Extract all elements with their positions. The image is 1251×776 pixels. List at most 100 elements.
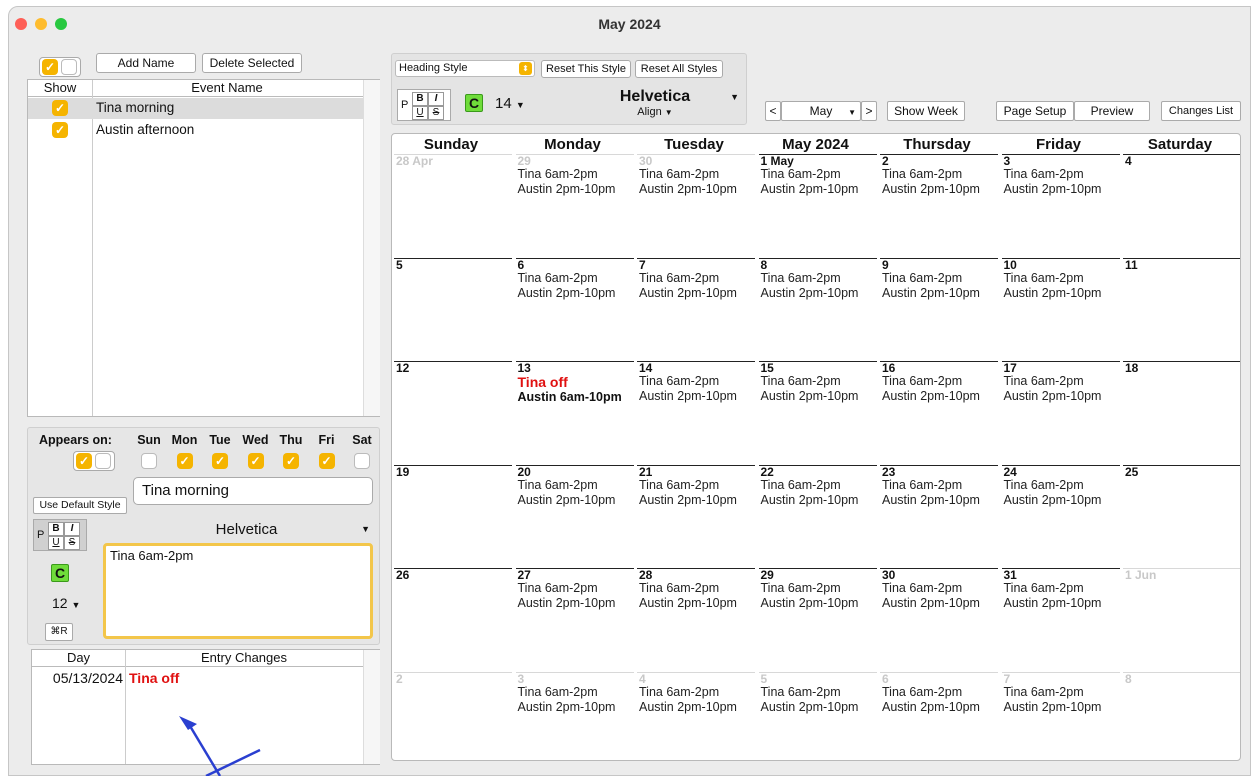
heading-font-size-select[interactable]: 14 ▼ <box>495 95 525 112</box>
calendar-day-cell[interactable]: 4 <box>1123 154 1240 254</box>
calendar-event[interactable]: Austin 2pm-10pm <box>761 286 877 301</box>
calendar-day-cell[interactable]: 8 Tina 6am-2pm Austin 2pm-10pm <box>758 257 877 358</box>
add-name-button[interactable]: Add Name <box>96 53 196 73</box>
bold-button[interactable]: B <box>48 522 64 536</box>
calendar-day-cell[interactable]: 3 Tina 6am-2pm Austin 2pm-10pm <box>1001 154 1120 254</box>
reset-all-styles-button[interactable]: Reset All Styles <box>635 60 723 78</box>
close-window-button[interactable] <box>15 18 27 30</box>
calendar-event[interactable]: Austin 2pm-10pm <box>1004 596 1120 611</box>
calendar-event[interactable]: Tina 6am-2pm <box>1004 167 1120 182</box>
italic-button[interactable]: I <box>64 522 80 536</box>
show-all-toggle[interactable]: ✓ <box>39 57 81 77</box>
calendar-day-cell[interactable]: 27 Tina 6am-2pm Austin 2pm-10pm <box>515 568 634 668</box>
calendar-day-cell[interactable]: 13 Tina off Austin 6am-10pm <box>515 361 634 461</box>
next-month-button[interactable]: > <box>861 101 877 121</box>
calendar-day-cell[interactable]: 6 Tina 6am-2pm Austin 2pm-10pm <box>880 671 998 761</box>
calendar-event[interactable]: Tina 6am-2pm <box>639 271 755 286</box>
calendar-event[interactable]: Austin 2pm-10pm <box>639 182 755 197</box>
calendar-event[interactable]: Tina 6am-2pm <box>639 581 755 596</box>
calendar-day-cell[interactable]: 1 May Tina 6am-2pm Austin 2pm-10pm <box>758 154 877 254</box>
calendar-event[interactable]: Austin 2pm-10pm <box>639 286 755 301</box>
calendar-event[interactable]: Austin 2pm-10pm <box>518 700 634 715</box>
calendar-day-cell[interactable]: 2 <box>394 671 512 761</box>
calendar-event[interactable]: Tina 6am-2pm <box>761 374 877 389</box>
calendar-day-cell[interactable]: 22 Tina 6am-2pm Austin 2pm-10pm <box>758 464 877 565</box>
calendar-day-cell[interactable]: 20 Tina 6am-2pm Austin 2pm-10pm <box>515 464 634 565</box>
underline-button[interactable]: U <box>48 536 64 550</box>
calendar-day-cell[interactable]: 12 <box>394 361 512 461</box>
calendar-event[interactable]: Austin 2pm-10pm <box>1004 286 1120 301</box>
check-icon[interactable]: ✓ <box>52 122 68 138</box>
calendar-event[interactable]: Tina 6am-2pm <box>639 374 755 389</box>
calendar-day-cell[interactable]: 29 Tina 6am-2pm Austin 2pm-10pm <box>515 154 634 254</box>
calendar-event[interactable]: Austin 6am-10pm <box>518 390 634 405</box>
calendar-day-cell[interactable]: 28 Apr <box>394 154 512 254</box>
calendar-day-cell[interactable]: 29 Tina 6am-2pm Austin 2pm-10pm <box>758 568 877 668</box>
calendar-event[interactable]: Tina 6am-2pm <box>1004 374 1120 389</box>
calendar-event[interactable]: Tina 6am-2pm <box>882 167 998 182</box>
calendar-event[interactable]: Austin 2pm-10pm <box>1004 493 1120 508</box>
event-row[interactable]: ✓ Austin afternoon <box>28 120 363 141</box>
calendar-day-cell[interactable]: 15 Tina 6am-2pm Austin 2pm-10pm <box>758 361 877 461</box>
calendar-event[interactable]: Tina 6am-2pm <box>1004 581 1120 596</box>
weekday-checkbox[interactable]: ✓ <box>176 453 193 469</box>
calendar-day-cell[interactable]: 25 <box>1123 464 1240 565</box>
calendar-event[interactable]: Tina 6am-2pm <box>882 271 998 286</box>
calendar-event[interactable]: Tina 6am-2pm <box>639 478 755 493</box>
calendar-day-cell[interactable]: 28 Tina 6am-2pm Austin 2pm-10pm <box>637 568 755 668</box>
all-days-toggle[interactable]: ✓ <box>73 451 115 471</box>
calendar-event[interactable]: Tina 6am-2pm <box>882 685 998 700</box>
revert-shortcut-button[interactable]: ⌘R <box>45 623 73 641</box>
preview-button[interactable]: Preview <box>1074 101 1150 121</box>
calendar-day-cell[interactable]: 19 <box>394 464 512 565</box>
calendar-day-cell[interactable]: 16 Tina 6am-2pm Austin 2pm-10pm <box>880 361 998 461</box>
calendar-day-cell[interactable]: 7 Tina 6am-2pm Austin 2pm-10pm <box>637 257 755 358</box>
align-select[interactable]: Align ▼ <box>569 106 741 118</box>
calendar-event[interactable]: Austin 2pm-10pm <box>518 596 634 611</box>
calendar-event[interactable]: Austin 2pm-10pm <box>639 493 755 508</box>
calendar-event[interactable]: Tina 6am-2pm <box>761 581 877 596</box>
calendar-day-cell[interactable]: 5 Tina 6am-2pm Austin 2pm-10pm <box>758 671 877 761</box>
calendar-event[interactable]: Austin 2pm-10pm <box>761 493 877 508</box>
changes-list-button[interactable]: Changes List <box>1161 101 1241 121</box>
color-button[interactable]: C <box>51 564 69 582</box>
calendar-day-cell[interactable]: 8 <box>1123 671 1240 761</box>
scrollbar[interactable] <box>363 80 380 416</box>
strikethrough-button[interactable]: S <box>428 106 444 120</box>
bold-button[interactable]: B <box>412 92 428 106</box>
event-text-area[interactable]: Tina 6am-2pm <box>103 543 373 639</box>
font-select[interactable]: Helvetica ▼ <box>119 521 374 538</box>
calendar-day-cell[interactable]: 4 Tina 6am-2pm Austin 2pm-10pm <box>637 671 755 761</box>
plain-style-button[interactable]: P <box>37 529 44 541</box>
underline-button[interactable]: U <box>412 106 428 120</box>
calendar-day-cell[interactable]: 10 Tina 6am-2pm Austin 2pm-10pm <box>1001 257 1120 358</box>
calendar-day-cell[interactable]: 26 <box>394 568 512 668</box>
prev-month-button[interactable]: < <box>765 101 781 121</box>
calendar-event[interactable]: Austin 2pm-10pm <box>1004 389 1120 404</box>
calendar-event[interactable]: Tina 6am-2pm <box>761 685 877 700</box>
calendar-day-cell[interactable]: 9 Tina 6am-2pm Austin 2pm-10pm <box>880 257 998 358</box>
calendar-event[interactable]: Tina 6am-2pm <box>882 374 998 389</box>
calendar-event[interactable]: Austin 2pm-10pm <box>882 700 998 715</box>
calendar-day-cell[interactable]: 18 <box>1123 361 1240 461</box>
calendar-event[interactable]: Austin 2pm-10pm <box>761 700 877 715</box>
event-row[interactable]: ✓ Tina morning <box>28 98 363 119</box>
calendar-day-cell[interactable]: 3 Tina 6am-2pm Austin 2pm-10pm <box>515 671 634 761</box>
calendar-event[interactable]: Austin 2pm-10pm <box>761 389 877 404</box>
weekday-checkbox[interactable]: ✓ <box>354 453 370 469</box>
calendar-event[interactable]: Austin 2pm-10pm <box>1004 182 1120 197</box>
font-size-select[interactable]: 12 ▼ <box>52 595 80 611</box>
calendar-event[interactable]: Tina 6am-2pm <box>518 167 634 182</box>
calendar-event[interactable]: Austin 2pm-10pm <box>639 700 755 715</box>
calendar-event[interactable]: Tina 6am-2pm <box>761 167 877 182</box>
delete-selected-button[interactable]: Delete Selected <box>202 53 302 73</box>
calendar-event[interactable]: Tina 6am-2pm <box>1004 478 1120 493</box>
calendar-day-cell[interactable]: 31 Tina 6am-2pm Austin 2pm-10pm <box>1001 568 1120 668</box>
calendar-day-cell[interactable]: 30 Tina 6am-2pm Austin 2pm-10pm <box>637 154 755 254</box>
calendar-event[interactable]: Tina off <box>518 374 634 390</box>
style-select[interactable]: Heading Style ⬍ <box>395 60 535 77</box>
calendar-day-cell[interactable]: 11 <box>1123 257 1240 358</box>
calendar-event[interactable]: Austin 2pm-10pm <box>761 182 877 197</box>
calendar-event[interactable]: Tina 6am-2pm <box>1004 685 1120 700</box>
calendar-event[interactable]: Austin 2pm-10pm <box>518 493 634 508</box>
